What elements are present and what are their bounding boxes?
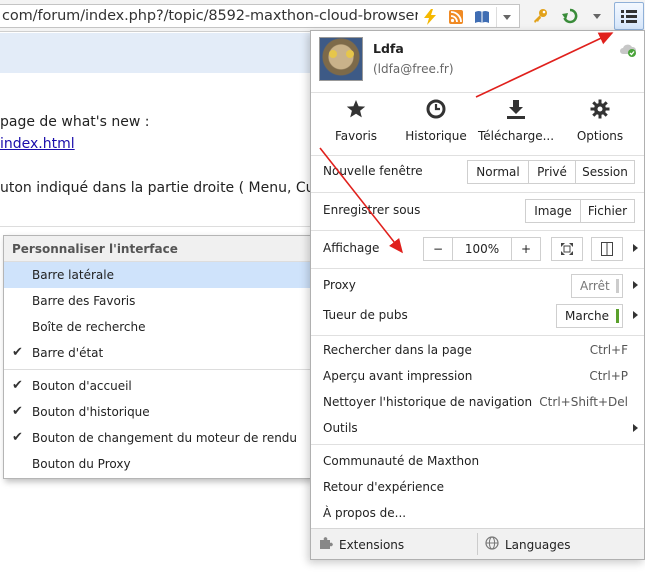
find-in-page-item[interactable]: Rechercher dans la page Ctrl+F	[311, 337, 644, 363]
proxy-row[interactable]: Proxy Arrêt	[311, 271, 644, 301]
gear-icon	[555, 93, 645, 125]
adblock-submenu-arrow-icon[interactable]	[633, 311, 638, 319]
save-as-row: Enregistrer sous Image Fichier	[311, 196, 644, 226]
rss-icon[interactable]	[446, 7, 466, 27]
proxy-label: Proxy	[323, 278, 356, 292]
page-divider	[0, 226, 312, 227]
menu-item-engine-switch-button[interactable]: ✔ Bouton de changement du moteur de rendu	[4, 425, 310, 451]
menu-divider	[311, 268, 644, 269]
zoom-out-button[interactable]: −	[423, 237, 453, 261]
menu-divider	[311, 335, 644, 336]
menu-divider	[311, 192, 644, 193]
submenu-title: Personnaliser l'interface	[4, 236, 310, 262]
star-icon	[311, 93, 401, 125]
page-text-line: uton indiqué dans la partie droite ( Men…	[0, 180, 350, 196]
new-window-session-button[interactable]: Session	[575, 160, 635, 184]
new-window-row: Nouvelle fenêtre Normal Privé Session	[311, 157, 644, 187]
print-preview-item[interactable]: Aperçu avant impression Ctrl+P	[311, 363, 644, 389]
menu-item-favorites-bar[interactable]: Barre des Favoris	[4, 288, 310, 314]
new-window-normal-button[interactable]: Normal	[467, 160, 529, 184]
avatar	[319, 37, 363, 81]
toolbar-dropdown-icon[interactable]	[590, 4, 604, 28]
toggle-indicator	[616, 279, 619, 293]
new-window-private-button[interactable]: Privé	[528, 160, 576, 184]
undo-close-icon[interactable]	[560, 4, 580, 28]
menu-footer: Extensions Languages	[311, 528, 644, 559]
clear-history-item[interactable]: Nettoyer l'historique de navigation Ctrl…	[311, 389, 644, 415]
proxy-submenu-arrow-icon[interactable]	[633, 281, 638, 289]
split-view-icon[interactable]	[591, 237, 623, 261]
menu-item-status-bar[interactable]: ✔ Barre d'état	[4, 340, 310, 366]
main-menu: Ldfa (ldfa@free.fr) Favoris Historique T…	[310, 30, 645, 560]
about-item[interactable]: À propos de...	[311, 500, 644, 526]
check-icon: ✔	[12, 345, 23, 360]
lightning-icon[interactable]	[420, 7, 440, 27]
menu-item-history-button[interactable]: ✔ Bouton d'historique	[4, 399, 310, 425]
url-field[interactable]: com/forum/index.php?/topic/8592-maxthon-…	[0, 4, 520, 28]
page-text-line: page de what's new :	[0, 114, 150, 130]
toggle-indicator	[616, 309, 619, 323]
proxy-toggle[interactable]: Arrêt	[571, 274, 623, 298]
footer-divider	[477, 533, 478, 555]
print-preview-shortcut: Ctrl+P	[589, 369, 628, 383]
menu-item-search-box[interactable]: Boîte de recherche	[4, 314, 310, 340]
profile-name: Ldfa	[373, 41, 404, 56]
check-icon: ✔	[12, 404, 23, 419]
adblock-row[interactable]: Tueur de pubs Marche	[311, 301, 644, 331]
menu-item-proxy-button[interactable]: Bouton du Proxy	[4, 451, 310, 477]
tools-submenu-arrow-icon[interactable]	[633, 424, 638, 432]
profile-section[interactable]: Ldfa (ldfa@free.fr)	[311, 31, 644, 91]
menu-icon[interactable]	[614, 2, 644, 30]
zoom-in-button[interactable]: +	[511, 237, 541, 261]
display-label: Affichage	[323, 241, 380, 255]
adblock-toggle[interactable]: Marche	[556, 304, 623, 328]
options-button[interactable]: Options	[555, 93, 645, 151]
extensions-button[interactable]: Extensions	[319, 536, 404, 553]
history-button[interactable]: Historique	[391, 93, 481, 151]
dropdown-icon[interactable]	[496, 7, 516, 27]
menu-item-home-button[interactable]: ✔ Bouton d'accueil	[4, 373, 310, 399]
feedback-item[interactable]: Retour d'expérience	[311, 474, 644, 500]
zoom-level: 100%	[452, 237, 512, 261]
cloud-sync-icon	[619, 43, 637, 57]
languages-button[interactable]: Languages	[485, 536, 570, 553]
key-icon[interactable]	[530, 4, 550, 28]
adblock-label: Tueur de pubs	[323, 308, 408, 322]
tools-item[interactable]: Outils	[311, 415, 644, 441]
customize-submenu: Personnaliser l'interface Barre latérale…	[3, 235, 311, 479]
globe-icon	[485, 536, 499, 553]
clear-history-shortcut: Ctrl+Shift+Del	[539, 395, 628, 409]
find-shortcut: Ctrl+F	[589, 343, 628, 357]
menu-divider	[311, 155, 644, 156]
save-file-button[interactable]: Fichier	[580, 199, 635, 223]
downloads-button[interactable]: Télécharge...	[471, 93, 561, 151]
save-as-label: Enregistrer sous	[323, 203, 421, 217]
clock-icon	[391, 93, 481, 125]
menu-divider	[311, 444, 644, 445]
favorites-button[interactable]: Favoris	[311, 93, 401, 151]
url-text[interactable]: com/forum/index.php?/topic/8592-maxthon-…	[2, 8, 418, 24]
display-submenu-arrow-icon[interactable]	[633, 244, 638, 252]
page-link[interactable]: index.html	[0, 136, 75, 152]
puzzle-icon	[319, 536, 333, 553]
submenu-separator	[4, 369, 310, 370]
fullscreen-icon[interactable]	[551, 237, 583, 261]
community-item[interactable]: Communauté de Maxthon	[311, 448, 644, 474]
menu-divider	[311, 230, 644, 231]
download-icon	[471, 93, 561, 125]
check-icon: ✔	[12, 430, 23, 445]
save-image-button[interactable]: Image	[525, 199, 581, 223]
new-window-label: Nouvelle fenêtre	[323, 164, 423, 178]
reader-icon[interactable]	[472, 7, 492, 27]
menu-item-sidebar[interactable]: Barre latérale	[4, 262, 310, 288]
check-icon: ✔	[12, 378, 23, 393]
profile-email: (ldfa@free.fr)	[373, 62, 454, 76]
display-row: Affichage − 100% +	[311, 234, 644, 264]
address-toolbar: com/forum/index.php?/topic/8592-maxthon-…	[0, 0, 645, 32]
page-header-bar	[0, 33, 312, 73]
